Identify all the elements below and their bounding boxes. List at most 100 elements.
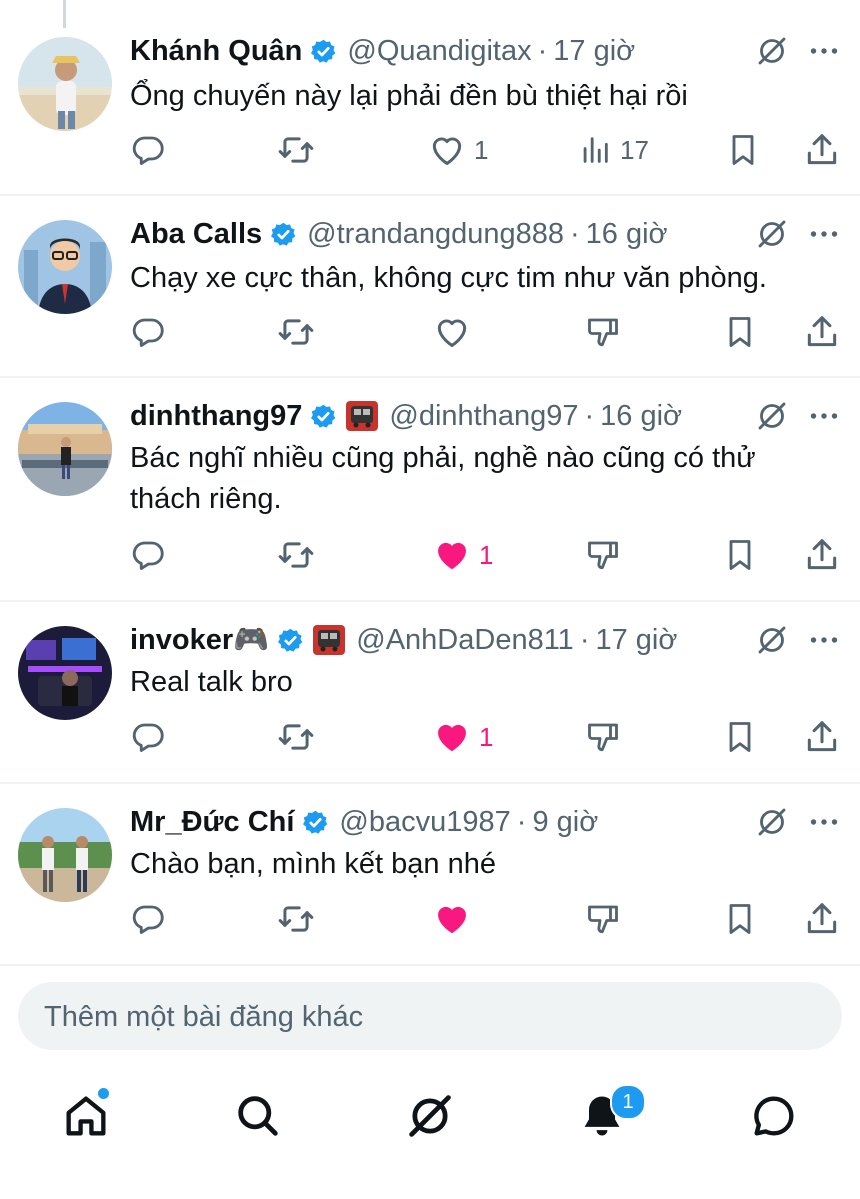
reply-text: Chạy xe cực thân, không cực tim như văn … [130, 262, 767, 294]
post-input[interactable] [42, 982, 826, 1052]
author-handle[interactable]: @dinhthang97 [389, 400, 578, 433]
verified-badge-icon [270, 221, 297, 248]
share-button[interactable] [803, 717, 841, 757]
author-name[interactable]: invoker🎮 [130, 623, 269, 657]
bookmark-button[interactable] [722, 717, 758, 757]
bookmark-button[interactable] [722, 535, 758, 575]
share-button[interactable] [803, 535, 841, 575]
verified-badge-icon [310, 38, 337, 65]
reply-item[interactable]: Mr_Đức Chí @bacvu1987 · 9 giờ Chào bạn, … [0, 784, 860, 966]
reply-item[interactable]: invoker🎮 @AnhDaDen811 · 17 giờ Real talk… [0, 602, 860, 784]
reply-text: Real talk bro [130, 666, 293, 698]
views-button[interactable]: 17 [578, 130, 649, 170]
notifications-badge: 1 [610, 1084, 646, 1120]
bookmark-button[interactable] [722, 899, 758, 939]
timestamp[interactable]: 16 giờ [600, 400, 682, 433]
timestamp[interactable]: 16 giờ [586, 218, 668, 251]
reply-text: Chào bạn, mình kết bạn nhé [130, 848, 496, 880]
like-button[interactable] [433, 312, 479, 352]
action-bar [0, 312, 860, 352]
retweet-button[interactable] [277, 899, 315, 939]
share-button[interactable] [803, 312, 841, 352]
avatar[interactable] [18, 626, 112, 720]
reply-item[interactable]: dinhthang97 @dinhthang97 · 16 giờ Bác ng… [0, 378, 860, 602]
reply-button[interactable] [130, 717, 166, 757]
like-count: 1 [474, 134, 489, 165]
like-button[interactable] [433, 899, 479, 939]
separator: · [516, 805, 527, 838]
dislike-button[interactable] [585, 312, 621, 352]
action-bar [0, 899, 860, 939]
reply-header: Aba Calls @trandangdung888 · 16 giờ [130, 214, 668, 254]
author-handle[interactable]: @bacvu1987 [339, 806, 510, 839]
reply-button[interactable] [130, 535, 166, 575]
bookmark-button[interactable] [725, 130, 761, 170]
messages-icon[interactable] [748, 1090, 800, 1142]
verified-badge-icon [277, 627, 304, 654]
grok-icon[interactable] [404, 1090, 456, 1142]
author-handle[interactable]: @trandangdung888 [307, 218, 564, 251]
retweet-button[interactable] [277, 717, 315, 757]
retweet-button[interactable] [277, 535, 315, 575]
reply-button[interactable] [130, 312, 166, 352]
action-bar: 1 17 [0, 130, 860, 170]
dislike-button[interactable] [585, 899, 621, 939]
reply-text: Bác nghĩ nhiều cũng phải, nghề nào cũng … [130, 442, 756, 515]
grok-icon[interactable] [754, 216, 790, 252]
grok-icon[interactable] [754, 804, 790, 840]
separator: · [537, 34, 548, 67]
separator: · [579, 623, 590, 656]
author-name[interactable]: Mr_Đức Chí [130, 806, 294, 839]
dislike-button[interactable] [585, 717, 621, 757]
more-options-icon[interactable] [806, 804, 842, 840]
like-button[interactable]: 1 [428, 130, 488, 170]
more-options-icon[interactable] [806, 398, 842, 434]
grok-icon[interactable] [754, 622, 790, 658]
timestamp[interactable]: 17 giờ [595, 624, 677, 657]
reply-button[interactable] [130, 899, 166, 939]
share-button[interactable] [803, 130, 841, 170]
author-name[interactable]: Aba Calls [130, 218, 262, 251]
retweet-button[interactable] [277, 130, 315, 170]
avatar[interactable] [18, 402, 112, 496]
bookmark-button[interactable] [722, 312, 758, 352]
more-options-icon[interactable] [806, 216, 842, 252]
verified-badge-icon [302, 809, 329, 836]
reply-item[interactable]: Khánh Quân @Quandigitax · 17 giờ Ổng chu… [0, 0, 860, 196]
search-icon[interactable] [232, 1090, 284, 1142]
retweet-button[interactable] [277, 312, 315, 352]
grok-icon[interactable] [754, 33, 790, 69]
more-options-icon[interactable] [806, 33, 842, 69]
reply-header: invoker🎮 @AnhDaDen811 · 17 giờ [130, 620, 677, 660]
reply-button[interactable] [130, 130, 166, 170]
separator: · [584, 399, 595, 432]
reply-composer[interactable] [18, 982, 842, 1052]
timestamp[interactable]: 9 giờ [532, 806, 598, 839]
timestamp[interactable]: 17 giờ [553, 35, 635, 68]
action-bar: 1 [0, 717, 860, 757]
dislike-button[interactable] [585, 535, 621, 575]
avatar[interactable] [18, 37, 112, 131]
action-bar: 1 [0, 535, 860, 575]
author-handle[interactable]: @AnhDaDen811 [356, 624, 574, 657]
train-emoji-icon [345, 400, 379, 432]
views-count: 17 [620, 134, 649, 165]
home-new-indicator [96, 1086, 111, 1101]
reply-header: Khánh Quân @Quandigitax · 17 giờ [130, 31, 635, 71]
grok-icon[interactable] [754, 398, 790, 434]
like-count: 1 [479, 721, 494, 752]
like-button[interactable]: 1 [433, 717, 493, 757]
reply-item[interactable]: Aba Calls @trandangdung888 · 16 giờ Chạy… [0, 196, 860, 378]
avatar[interactable] [18, 220, 112, 314]
author-handle[interactable]: @Quandigitax [347, 35, 531, 68]
separator: · [570, 217, 580, 250]
more-options-icon[interactable] [806, 622, 842, 658]
reply-text: Ổng chuyến này lại phải đền bù thiệt hại… [130, 80, 688, 112]
author-name[interactable]: Khánh Quân [130, 35, 302, 68]
like-button[interactable]: 1 [433, 535, 493, 575]
verified-badge-icon [310, 403, 337, 430]
author-name[interactable]: dinhthang97 [130, 400, 302, 433]
reply-header: Mr_Đức Chí @bacvu1987 · 9 giờ [130, 802, 598, 842]
avatar[interactable] [18, 808, 112, 902]
share-button[interactable] [803, 899, 841, 939]
